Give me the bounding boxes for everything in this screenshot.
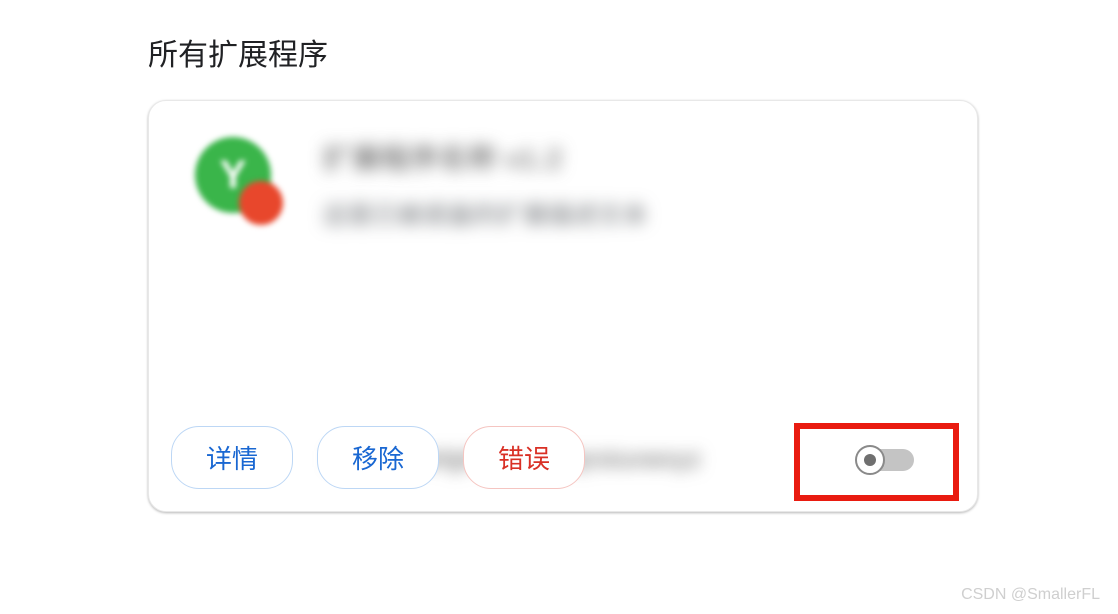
page-title: 所有扩展程序 [0,0,1118,74]
extension-icon-badge [239,181,283,225]
watermark: CSDN @SmallerFL [961,586,1100,604]
toggle-thumb-inner [864,454,876,466]
toggle-thumb [855,445,885,475]
action-buttons: 详情 移除 错误 [171,426,585,489]
details-button[interactable]: 详情 [171,426,293,489]
enable-toggle[interactable] [855,445,917,475]
extension-icon: Y [195,137,287,229]
extension-info: 扩展程序名称 v1.2 这是已被遮盖的扩展描述文本 [323,137,937,230]
extension-description: 这是已被遮盖的扩展描述文本 [323,195,937,230]
extension-name: 扩展程序名称 v1.2 [323,137,937,177]
card-footer: 详情 移除 错误 [149,426,977,489]
card-header: Y 扩展程序名称 v1.2 这是已被遮盖的扩展描述文本 [149,101,977,230]
errors-button[interactable]: 错误 [463,426,585,489]
remove-button[interactable]: 移除 [317,426,439,489]
extension-card: Y 扩展程序名称 v1.2 这是已被遮盖的扩展描述文本 ID: abcdefgh… [148,100,978,512]
